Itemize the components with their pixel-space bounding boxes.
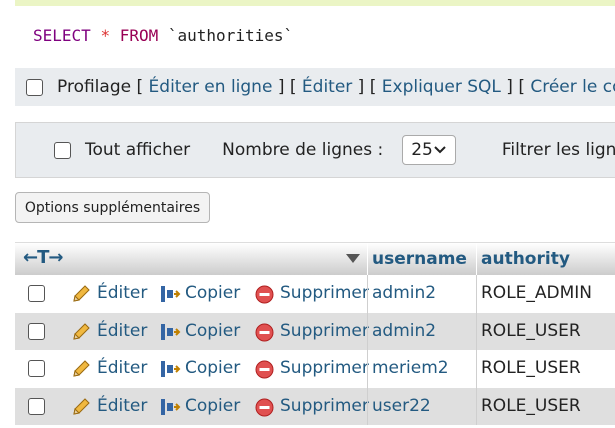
cell-username[interactable]: admin2 — [372, 321, 436, 341]
pencil-icon[interactable] — [70, 322, 92, 342]
sort-dropdown-icon[interactable] — [346, 254, 360, 263]
delete-icon[interactable] — [255, 360, 274, 379]
delete-icon[interactable] — [255, 323, 274, 342]
row-checkbox[interactable] — [28, 322, 45, 340]
column-header-username[interactable]: username — [372, 249, 467, 269]
chevron-down-icon — [434, 146, 446, 154]
column-header-authority[interactable]: authority — [481, 249, 570, 269]
cell-border — [476, 350, 477, 388]
results-table: ←T→ username authority Éditer Copier Sup… — [15, 242, 615, 425]
delete-row-link[interactable]: Supprimer — [280, 321, 369, 341]
column-resize-arrows-icon[interactable]: ←T→ — [23, 247, 63, 268]
column-separator — [367, 243, 368, 276]
delete-row-link[interactable]: Supprimer — [280, 358, 369, 378]
cell-authority[interactable]: ROLE_USER — [481, 321, 581, 341]
delete-icon[interactable] — [255, 285, 274, 304]
cell-username[interactable]: meriem2 — [372, 358, 449, 378]
delete-row-link[interactable]: Supprimer — [280, 283, 369, 303]
profiling-toolbar: Profilage [ Éditer en ligne ] [ Éditer ]… — [15, 68, 615, 106]
rows-count-label: Nombre de lignes : — [222, 140, 384, 160]
cell-authority[interactable]: ROLE_USER — [481, 396, 581, 416]
create-code-link[interactable]: Créer le code sc — [530, 77, 615, 97]
table-row: Éditer Copier Supprimer user22 ROLE_USER — [15, 387, 615, 425]
cell-border — [367, 275, 368, 313]
explain-sql-link[interactable]: Expliquer SQL — [382, 77, 501, 97]
cell-border — [367, 312, 368, 350]
copy-icon[interactable] — [159, 284, 181, 304]
copy-row-link[interactable]: Copier — [185, 321, 240, 341]
bracket: ] [ — [352, 77, 382, 97]
table-header: ←T→ username authority — [15, 242, 615, 276]
extra-options-button[interactable]: Options supplémentaires — [15, 192, 210, 223]
table-row: Éditer Copier Supprimer admin2 ROLE_USER — [15, 312, 615, 350]
show-all-label: Tout afficher — [85, 140, 191, 160]
cell-border — [476, 312, 477, 350]
cell-username[interactable]: user22 — [372, 396, 431, 416]
cell-border — [367, 350, 368, 388]
profiling-checkbox[interactable] — [26, 78, 43, 96]
rows-count-value: 25 — [411, 140, 433, 160]
table-row: Éditer Copier Supprimer meriem2 ROLE_USE… — [15, 350, 615, 388]
cell-border — [367, 387, 368, 425]
cell-border — [476, 387, 477, 425]
bracket: ] [ — [500, 77, 531, 97]
cell-border — [476, 275, 477, 313]
edit-inline-link[interactable]: Éditer en ligne — [149, 77, 273, 97]
cell-authority[interactable]: ROLE_ADMIN — [481, 283, 592, 303]
rows-count-select[interactable]: 25 — [402, 135, 456, 165]
row-checkbox[interactable] — [28, 397, 45, 415]
filter-rows-label: Filtrer les lignes — [501, 140, 615, 160]
copy-icon[interactable] — [159, 359, 181, 379]
pencil-icon[interactable] — [70, 359, 92, 379]
copy-icon[interactable] — [159, 322, 181, 342]
pencil-icon[interactable] — [70, 397, 92, 417]
delete-row-link[interactable]: Supprimer — [280, 396, 369, 416]
sql-query-text: SELECT * FROM `authorities` — [15, 6, 615, 68]
profiling-label: Profilage — [57, 77, 132, 97]
navigation-bar: Tout afficher Nombre de lignes : 25 Filt… — [15, 122, 615, 178]
cell-authority[interactable]: ROLE_USER — [481, 358, 581, 378]
sql-star: * — [100, 26, 111, 45]
edit-row-link[interactable]: Éditer — [97, 321, 147, 341]
copy-row-link[interactable]: Copier — [185, 358, 240, 378]
edit-link[interactable]: Éditer — [302, 77, 352, 97]
delete-icon[interactable] — [255, 398, 274, 417]
bracket: ] [ — [272, 77, 302, 97]
copy-row-link[interactable]: Copier — [185, 283, 240, 303]
pencil-icon[interactable] — [70, 284, 92, 304]
edit-row-link[interactable]: Éditer — [97, 358, 147, 378]
copy-row-link[interactable]: Copier — [185, 396, 240, 416]
edit-row-link[interactable]: Éditer — [97, 396, 147, 416]
row-checkbox[interactable] — [28, 360, 45, 377]
cell-username[interactable]: admin2 — [372, 283, 436, 303]
copy-icon[interactable] — [159, 397, 181, 417]
sql-keyword-from: FROM — [119, 26, 159, 45]
sql-table-name: `authorities` — [167, 26, 294, 45]
edit-row-link[interactable]: Éditer — [97, 283, 147, 303]
sql-keyword-select: SELECT — [33, 26, 91, 45]
show-all-checkbox[interactable] — [54, 141, 71, 159]
table-row: Éditer Copier Supprimer admin2 ROLE_ADMI… — [15, 275, 615, 313]
bracket: [ — [131, 77, 149, 97]
column-separator — [476, 243, 477, 276]
row-checkbox[interactable] — [28, 285, 45, 302]
